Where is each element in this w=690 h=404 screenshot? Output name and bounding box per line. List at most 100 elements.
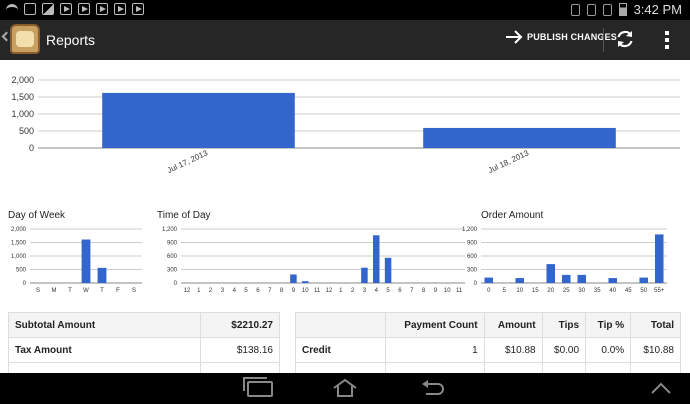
y-tick-label: 500 (19, 126, 34, 136)
clock: 3:42 PM (633, 2, 682, 17)
column-header: Payment Count (385, 312, 485, 338)
play-icon (78, 3, 90, 15)
y-tick-label: 0 (174, 281, 178, 287)
chart-bar (290, 274, 297, 283)
play-icon (132, 3, 144, 15)
y-tick-label: 900 (167, 241, 178, 247)
signal-icon (602, 3, 612, 16)
play-icon (60, 3, 72, 15)
y-tick-label: 500 (16, 268, 27, 274)
refresh-icon[interactable] (614, 28, 636, 50)
table-row (8, 362, 280, 373)
column-header: Tip % (585, 312, 632, 338)
chart-bar (81, 239, 91, 283)
x-tick-label: 10 (302, 288, 309, 294)
x-tick-label: S (132, 288, 136, 294)
x-tick-label: 11 (314, 288, 321, 294)
x-tick-label: 10 (444, 288, 451, 294)
recent-apps-icon[interactable] (243, 377, 273, 397)
tips-cell: $0.00 (541, 337, 587, 363)
x-tick-label: 3 (221, 288, 225, 294)
amount-cell: $10.88 (483, 337, 543, 363)
chart-bar (654, 234, 664, 283)
summary-label: Subtotal Amount (8, 312, 201, 338)
payment-type-cell: Credit (295, 337, 386, 363)
download-icon (24, 3, 36, 15)
x-tick-label: 8 (422, 288, 426, 294)
y-tick-label: 900 (467, 241, 478, 247)
back-icon[interactable] (420, 379, 446, 399)
payment-count-cell: 1 (385, 337, 485, 363)
wifi-icon (6, 3, 18, 15)
navigation-bar (0, 373, 690, 404)
chart-bar (102, 92, 295, 148)
x-tick-label: S (36, 288, 40, 294)
column-header (295, 312, 386, 338)
x-tick-label: 30 (578, 288, 585, 294)
summary-table: Subtotal Amount $2210.27 Tax Amount $138… (8, 312, 280, 373)
x-tick-label: T (68, 288, 72, 294)
chart-bar (372, 235, 380, 283)
image-icon (42, 3, 54, 15)
chart-bar (639, 277, 649, 283)
y-tick-label: 2,000 (11, 227, 27, 233)
tip-percent-cell: 0.0% (585, 337, 632, 363)
chart-bar (546, 264, 556, 283)
x-tick-label: 1 (339, 288, 343, 294)
x-tick-label: 9 (292, 288, 296, 294)
page-title: Reports (46, 32, 96, 48)
bluetooth-icon (570, 3, 580, 16)
y-tick-label: 1,200 (462, 227, 478, 233)
y-tick-label: 600 (167, 254, 178, 260)
reports-content: 2,000 1,500 1,000 500 0 Jul 17, 2013 Jul 18, 2… (0, 60, 690, 373)
x-tick-label: 5 (244, 288, 248, 294)
chart-bar (97, 267, 107, 283)
y-tick-label: 1,200 (162, 227, 178, 233)
y-tick-label: 1,500 (11, 241, 27, 247)
chart-bar (384, 257, 392, 283)
x-tick-label: 55+ (654, 288, 665, 294)
x-tick-label: 15 (532, 288, 539, 294)
app-logo[interactable] (10, 24, 40, 54)
battery-icon (618, 3, 627, 16)
x-tick-label: 0 (487, 288, 491, 294)
chevron-up-icon[interactable] (650, 381, 672, 395)
chart-bar (561, 274, 571, 283)
x-tick-label: 45 (625, 288, 632, 294)
x-tick-label: 25 (563, 288, 570, 294)
overflow-menu-icon[interactable] (664, 31, 670, 49)
action-bar: Reports PUBLISH CHANGES (0, 20, 690, 60)
total-cell: $10.88 (630, 337, 681, 363)
chart-bar (608, 278, 618, 283)
y-tick-label: 300 (467, 268, 478, 274)
play-icon (114, 3, 126, 15)
x-tick-label: 5 (503, 288, 507, 294)
x-tick-label: 20 (547, 288, 554, 294)
x-tick-label: 12 (326, 288, 333, 294)
y-tick-label: 600 (467, 254, 478, 260)
table-header-row: Payment Count Amount Tips Tip % Total (295, 312, 681, 338)
summary-label: Tax Amount (8, 337, 201, 363)
y-tick-label: 1,000 (11, 109, 34, 119)
vibrate-icon (586, 3, 596, 16)
x-tick-label: F (116, 288, 120, 294)
x-tick-label: 50 (640, 288, 647, 294)
column-header: Tips (541, 312, 587, 338)
x-tick-label: W (83, 288, 89, 294)
x-tick-label: 1 (197, 288, 201, 294)
chart-title-day-of-week: Day of Week (8, 210, 66, 221)
home-icon[interactable] (332, 378, 358, 398)
column-header: Total (630, 312, 681, 338)
publish-changes-button[interactable]: PUBLISH CHANGES (505, 30, 617, 44)
summary-value: $2210.27 (200, 312, 280, 338)
table-row: Subtotal Amount $2210.27 (8, 312, 280, 338)
divider (603, 28, 604, 52)
x-tick-label: 10 (516, 288, 523, 294)
x-tick-label: 3 (363, 288, 367, 294)
notification-icons (6, 3, 144, 15)
chart-bar (577, 274, 587, 283)
charts-canvas: 2,0001,5001,0005000Jul 17, 2013 Jul 18, 2… (11, 75, 680, 294)
table-row (295, 362, 681, 373)
chart-bar (423, 127, 616, 148)
x-tick-label: 6 (398, 288, 402, 294)
